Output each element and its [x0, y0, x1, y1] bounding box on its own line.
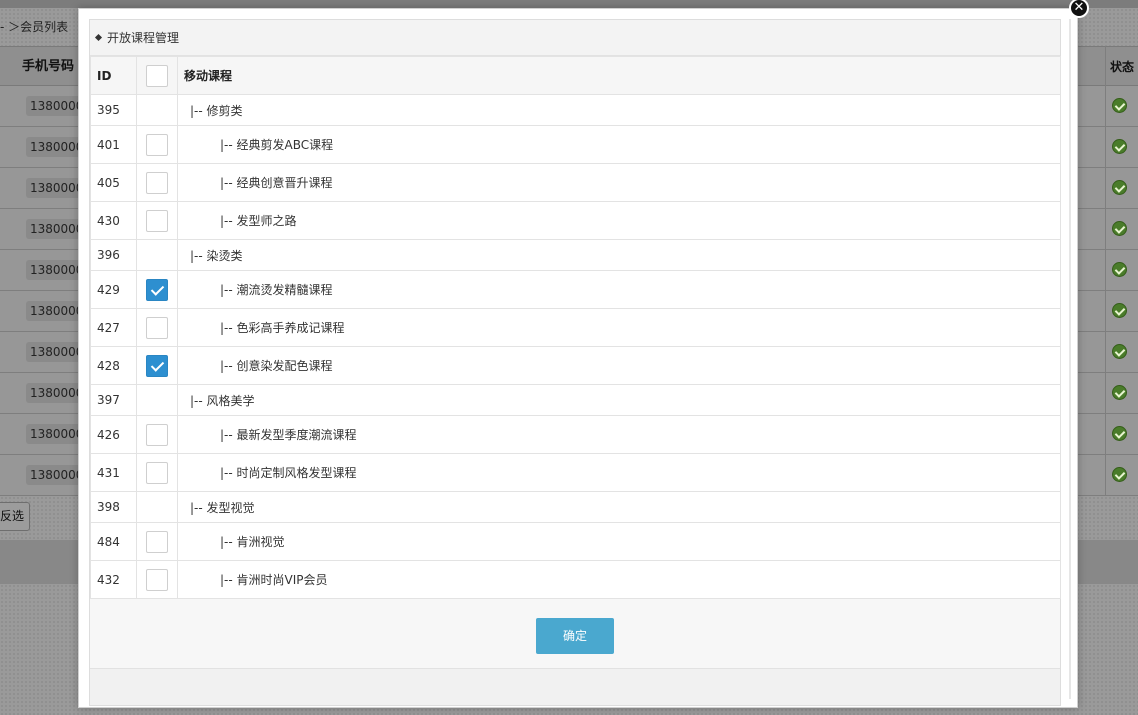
course-panel: 开放课程管理 ID 移动课程 395 |-- 修剪类 401 |-- 经典剪发ABC课…	[89, 19, 1061, 706]
course-table-body: 395 |-- 修剪类 401 |-- 经典剪发ABC课程 405 |-- 经典创意晋升课…	[90, 94, 1061, 599]
course-checkbox[interactable]	[146, 278, 168, 301]
top-strip	[0, 0, 1138, 8]
category-row: 397 |-- 风格美学	[90, 384, 1061, 416]
course-checkbox[interactable]	[146, 568, 168, 591]
course-id: 431	[90, 453, 137, 492]
course-id: 405	[90, 163, 137, 202]
course-select-cell	[136, 453, 178, 492]
course-id: 395	[90, 94, 137, 126]
course-id: 427	[90, 308, 137, 347]
course-name: |-- 创意染发配色课程	[177, 346, 1061, 385]
modal-scrollbar[interactable]	[1069, 19, 1071, 699]
course-row: 430 |-- 发型师之路	[90, 201, 1061, 240]
status-ok-icon[interactable]	[1112, 98, 1127, 113]
category-name: |-- 发型视觉	[177, 491, 1061, 523]
course-id: 430	[90, 201, 137, 240]
column-header-select	[136, 56, 178, 95]
course-checkbox[interactable]	[146, 171, 168, 194]
category-name: |-- 修剪类	[177, 94, 1061, 126]
course-id: 401	[90, 125, 137, 164]
course-name: |-- 最新发型季度潮流课程	[177, 415, 1061, 454]
course-name: |-- 经典剪发ABC课程	[177, 125, 1061, 164]
invert-selection-button[interactable]: 反选	[0, 502, 30, 531]
category-name: |-- 染烫类	[177, 239, 1061, 271]
course-id: 426	[90, 415, 137, 454]
course-checkbox[interactable]	[146, 316, 168, 339]
status-ok-icon[interactable]	[1112, 139, 1127, 154]
status-ok-icon[interactable]	[1112, 467, 1127, 482]
course-name: |-- 发型师之路	[177, 201, 1061, 240]
course-checkbox[interactable]	[146, 354, 168, 377]
course-name: |-- 时尚定制风格发型课程	[177, 453, 1061, 492]
course-id: 396	[90, 239, 137, 271]
button-area: 确定	[90, 599, 1060, 669]
category-row: 398 |-- 发型视觉	[90, 491, 1061, 523]
course-id: 429	[90, 270, 137, 309]
course-select-cell	[136, 201, 178, 240]
course-id: 428	[90, 346, 137, 385]
course-id: 397	[90, 384, 137, 416]
course-checkbox[interactable]	[146, 423, 168, 446]
category-name: |-- 风格美学	[177, 384, 1061, 416]
status-ok-icon[interactable]	[1112, 344, 1127, 359]
column-divider	[1105, 46, 1106, 496]
course-row: 428 |-- 创意染发配色课程	[90, 346, 1061, 385]
column-header-id: ID	[90, 56, 137, 95]
status-ok-icon[interactable]	[1112, 262, 1127, 277]
course-select-cell	[136, 239, 178, 271]
course-checkbox[interactable]	[146, 461, 168, 484]
course-row: 431 |-- 时尚定制风格发型课程	[90, 453, 1061, 492]
course-select-cell	[136, 270, 178, 309]
course-row: 426 |-- 最新发型季度潮流课程	[90, 415, 1061, 454]
course-row: 484 |-- 肯洲视觉	[90, 522, 1061, 561]
category-row: 395 |-- 修剪类	[90, 94, 1061, 126]
course-select-cell	[136, 384, 178, 416]
course-checkbox[interactable]	[146, 209, 168, 232]
course-name: |-- 肯洲视觉	[177, 522, 1061, 561]
course-select-cell	[136, 415, 178, 454]
column-header-status: 状态	[1110, 60, 1135, 74]
status-ok-icon[interactable]	[1112, 426, 1127, 441]
course-id: 484	[90, 522, 137, 561]
course-id: 398	[90, 491, 137, 523]
column-header-phone: 手机号码	[22, 59, 75, 74]
course-checkbox[interactable]	[146, 133, 168, 156]
status-ok-icon[interactable]	[1112, 303, 1127, 318]
course-row: 427 |-- 色彩高手养成记课程	[90, 308, 1061, 347]
course-select-cell	[136, 94, 178, 126]
course-name: |-- 经典创意晋升课程	[177, 163, 1061, 202]
course-select-cell	[136, 560, 178, 599]
course-select-cell	[136, 491, 178, 523]
course-select-cell	[136, 125, 178, 164]
course-table-header: ID 移动课程	[90, 56, 1061, 95]
panel-title: 开放课程管理	[90, 20, 1060, 56]
status-ok-icon[interactable]	[1112, 180, 1127, 195]
course-id: 432	[90, 560, 137, 599]
course-name: |-- 色彩高手养成记课程	[177, 308, 1061, 347]
category-row: 396 |-- 染烫类	[90, 239, 1061, 271]
select-all-checkbox[interactable]	[146, 64, 168, 87]
course-row: 432 |-- 肯洲时尚VIP会员	[90, 560, 1061, 599]
course-select-cell	[136, 308, 178, 347]
course-row: 429 |-- 潮流烫发精髓课程	[90, 270, 1061, 309]
course-name: |-- 肯洲时尚VIP会员	[177, 560, 1061, 599]
course-modal: 开放课程管理 ID 移动课程 395 |-- 修剪类 401 |-- 经典剪发ABC课…	[78, 8, 1078, 708]
course-row: 405 |-- 经典创意晋升课程	[90, 163, 1061, 202]
column-header-course: 移动课程	[177, 56, 1061, 95]
course-select-cell	[136, 163, 178, 202]
course-select-cell	[136, 346, 178, 385]
course-name: |-- 潮流烫发精髓课程	[177, 270, 1061, 309]
course-row: 401 |-- 经典剪发ABC课程	[90, 125, 1061, 164]
confirm-button[interactable]: 确定	[536, 618, 614, 654]
course-table: ID 移动课程 395 |-- 修剪类 401 |-- 经典剪发ABC课程 405 |--…	[90, 56, 1061, 599]
course-select-cell	[136, 522, 178, 561]
panel-title-text: 开放课程管理	[107, 31, 180, 45]
diamond-icon	[94, 33, 103, 42]
status-ok-icon[interactable]	[1112, 385, 1127, 400]
course-checkbox[interactable]	[146, 530, 168, 553]
status-ok-icon[interactable]	[1112, 221, 1127, 236]
